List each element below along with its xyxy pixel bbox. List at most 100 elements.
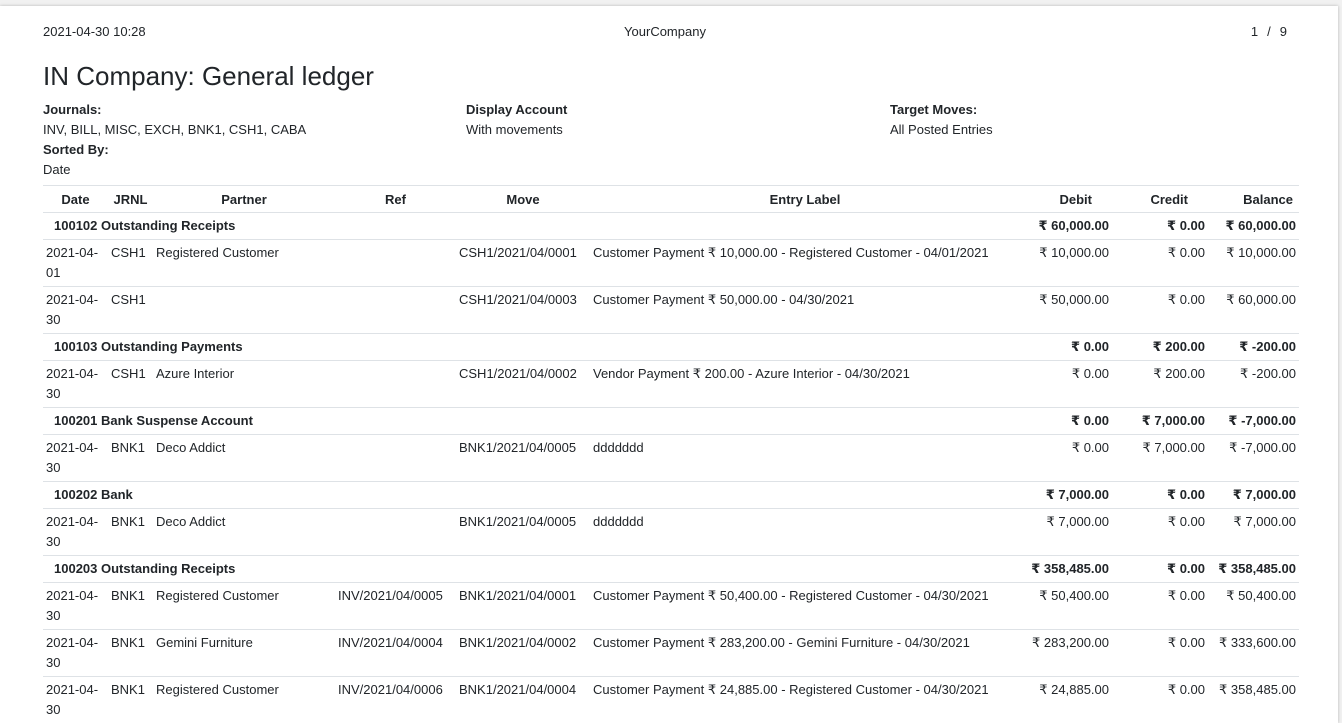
column-partner: Partner <box>153 185 335 213</box>
ledger-line-row: 2021-04-30 CSH1 CSH1/2021/04/0003 Customer … <box>43 286 1299 334</box>
display-account-filter: Display Account With movements <box>466 100 567 140</box>
line-balance: ₹ 333,600.00 <box>1208 629 1299 677</box>
line-debit: ₹ 50,400.00 <box>1020 582 1112 630</box>
ledger-body: 100102 Outstanding Receipts ₹ 60,000.00 ₹ … <box>43 212 1299 723</box>
line-journal: CSH1 <box>108 286 153 334</box>
column-ref: Ref <box>335 185 456 213</box>
journals-filter: Journals: INV, BILL, MISC, EXCH, BNK1, C… <box>43 100 306 180</box>
line-move: BNK1/2021/04/0004 <box>456 676 590 723</box>
line-credit: ₹ 200.00 <box>1112 360 1208 408</box>
line-move: CSH1/2021/04/0003 <box>456 286 590 334</box>
account-credit: ₹ 7,000.00 <box>1112 407 1208 435</box>
line-date: 2021-04-30 <box>43 629 108 677</box>
account-row: 100203 Outstanding Receipts ₹ 358,485.00 ₹… <box>43 555 1299 583</box>
line-date: 2021-04-01 <box>43 239 108 287</box>
account-balance: ₹ 7,000.00 <box>1208 481 1299 509</box>
line-debit: ₹ 0.00 <box>1020 434 1112 482</box>
line-journal: CSH1 <box>108 360 153 408</box>
line-ref <box>335 239 456 287</box>
line-ref: INV/2021/04/0004 <box>335 629 456 677</box>
line-credit: ₹ 0.00 <box>1112 582 1208 630</box>
line-credit: ₹ 0.00 <box>1112 629 1208 677</box>
line-balance: ₹ 7,000.00 <box>1208 508 1299 556</box>
account-debit: ₹ 358,485.00 <box>1020 555 1112 583</box>
ledger-line-row: 2021-04-01 CSH1 Registered Customer CSH1/20… <box>43 239 1299 287</box>
target-moves-value: All Posted Entries <box>890 122 993 137</box>
table-header-row: Date JRNL Partner Ref Move Entry Label D… <box>43 185 1299 213</box>
line-credit: ₹ 7,000.00 <box>1112 434 1208 482</box>
column-move: Move <box>456 185 590 213</box>
account-name: 100103 Outstanding Payments <box>43 333 1020 361</box>
line-partner: Registered Customer <box>153 676 335 723</box>
ledger-line-row: 2021-04-30 BNK1 Gemini Furniture INV/2021/0… <box>43 629 1299 677</box>
line-entry-label: Customer Payment ₹ 24,885.00 - Registere… <box>590 676 1020 723</box>
line-debit: ₹ 24,885.00 <box>1020 676 1112 723</box>
page-current: 1 <box>1250 23 1259 39</box>
account-credit: ₹ 0.00 <box>1112 481 1208 509</box>
line-debit: ₹ 283,200.00 <box>1020 629 1112 677</box>
column-date: Date <box>43 185 108 213</box>
display-account-value: With movements <box>466 122 563 137</box>
column-entry-label: Entry Label <box>590 185 1020 213</box>
line-balance: ₹ -200.00 <box>1208 360 1299 408</box>
line-balance: ₹ 50,400.00 <box>1208 582 1299 630</box>
account-balance: ₹ 358,485.00 <box>1208 555 1299 583</box>
line-date: 2021-04-30 <box>43 434 108 482</box>
line-entry-label: Customer Payment ₹ 283,200.00 - Gemini F… <box>590 629 1020 677</box>
report-header: 2021-04-30 10:28 YourCompany 1 / 9 <box>43 22 1287 40</box>
account-debit: ₹ 0.00 <box>1020 333 1112 361</box>
line-entry-label: ddddddd <box>590 434 1020 482</box>
ledger-line-row: 2021-04-30 BNK1 Registered Customer INV/202… <box>43 582 1299 630</box>
line-date: 2021-04-30 <box>43 508 108 556</box>
line-move: BNK1/2021/04/0002 <box>456 629 590 677</box>
line-partner: Azure Interior <box>153 360 335 408</box>
line-date: 2021-04-30 <box>43 360 108 408</box>
sorted-by-value: Date <box>43 162 71 177</box>
line-entry-label: ddddddd <box>590 508 1020 556</box>
line-ref <box>335 286 456 334</box>
line-date: 2021-04-30 <box>43 582 108 630</box>
account-row: 100102 Outstanding Receipts ₹ 60,000.00 ₹ … <box>43 212 1299 240</box>
line-partner: Deco Addict <box>153 434 335 482</box>
company-name: YourCompany <box>624 23 706 39</box>
line-partner: Gemini Furniture <box>153 629 335 677</box>
line-ref <box>335 360 456 408</box>
account-name: 100203 Outstanding Receipts <box>43 555 1020 583</box>
line-partner: Registered Customer <box>153 239 335 287</box>
general-ledger-table: Date JRNL Partner Ref Move Entry Label D… <box>43 185 1299 723</box>
line-balance: ₹ 358,485.00 <box>1208 676 1299 723</box>
account-debit: ₹ 7,000.00 <box>1020 481 1112 509</box>
page-total: 9 <box>1279 23 1287 39</box>
line-balance: ₹ 10,000.00 <box>1208 239 1299 287</box>
account-balance: ₹ -200.00 <box>1208 333 1299 361</box>
page-counter: 1 / 9 <box>1251 24 1287 39</box>
account-row: 100202 Bank ₹ 7,000.00 ₹ 0.00 ₹ 7,000.00 <box>43 481 1299 509</box>
account-row: 100103 Outstanding Payments ₹ 0.00 ₹ 200.0… <box>43 333 1299 361</box>
line-move: BNK1/2021/04/0005 <box>456 508 590 556</box>
line-journal: BNK1 <box>108 508 153 556</box>
display-account-label: Display Account <box>466 102 568 117</box>
line-move: CSH1/2021/04/0001 <box>456 239 590 287</box>
account-name: 100102 Outstanding Receipts <box>43 212 1020 240</box>
target-moves-label: Target Moves: <box>890 102 978 117</box>
line-date: 2021-04-30 <box>43 676 108 723</box>
line-balance: ₹ -7,000.00 <box>1208 434 1299 482</box>
report-page: 2021-04-30 10:28 YourCompany 1 / 9 IN Co… <box>0 6 1338 723</box>
line-debit: ₹ 0.00 <box>1020 360 1112 408</box>
account-row: 100201 Bank Suspense Account ₹ 0.00 ₹ 7,00… <box>43 407 1299 435</box>
line-partner: Registered Customer <box>153 582 335 630</box>
line-ref: INV/2021/04/0005 <box>335 582 456 630</box>
account-name: 100202 Bank <box>43 481 1020 509</box>
account-balance: ₹ 60,000.00 <box>1208 212 1299 240</box>
line-entry-label: Customer Payment ₹ 50,400.00 - Registere… <box>590 582 1020 630</box>
journals-label: Journals: <box>43 102 102 117</box>
column-credit: Credit <box>1112 185 1208 213</box>
line-journal: CSH1 <box>108 239 153 287</box>
line-credit: ₹ 0.00 <box>1112 239 1208 287</box>
account-name: 100201 Bank Suspense Account <box>43 407 1020 435</box>
report-title: IN Company: General ledger <box>43 61 374 91</box>
account-credit: ₹ 200.00 <box>1112 333 1208 361</box>
line-move: BNK1/2021/04/0001 <box>456 582 590 630</box>
line-credit: ₹ 0.00 <box>1112 508 1208 556</box>
line-move: BNK1/2021/04/0005 <box>456 434 590 482</box>
